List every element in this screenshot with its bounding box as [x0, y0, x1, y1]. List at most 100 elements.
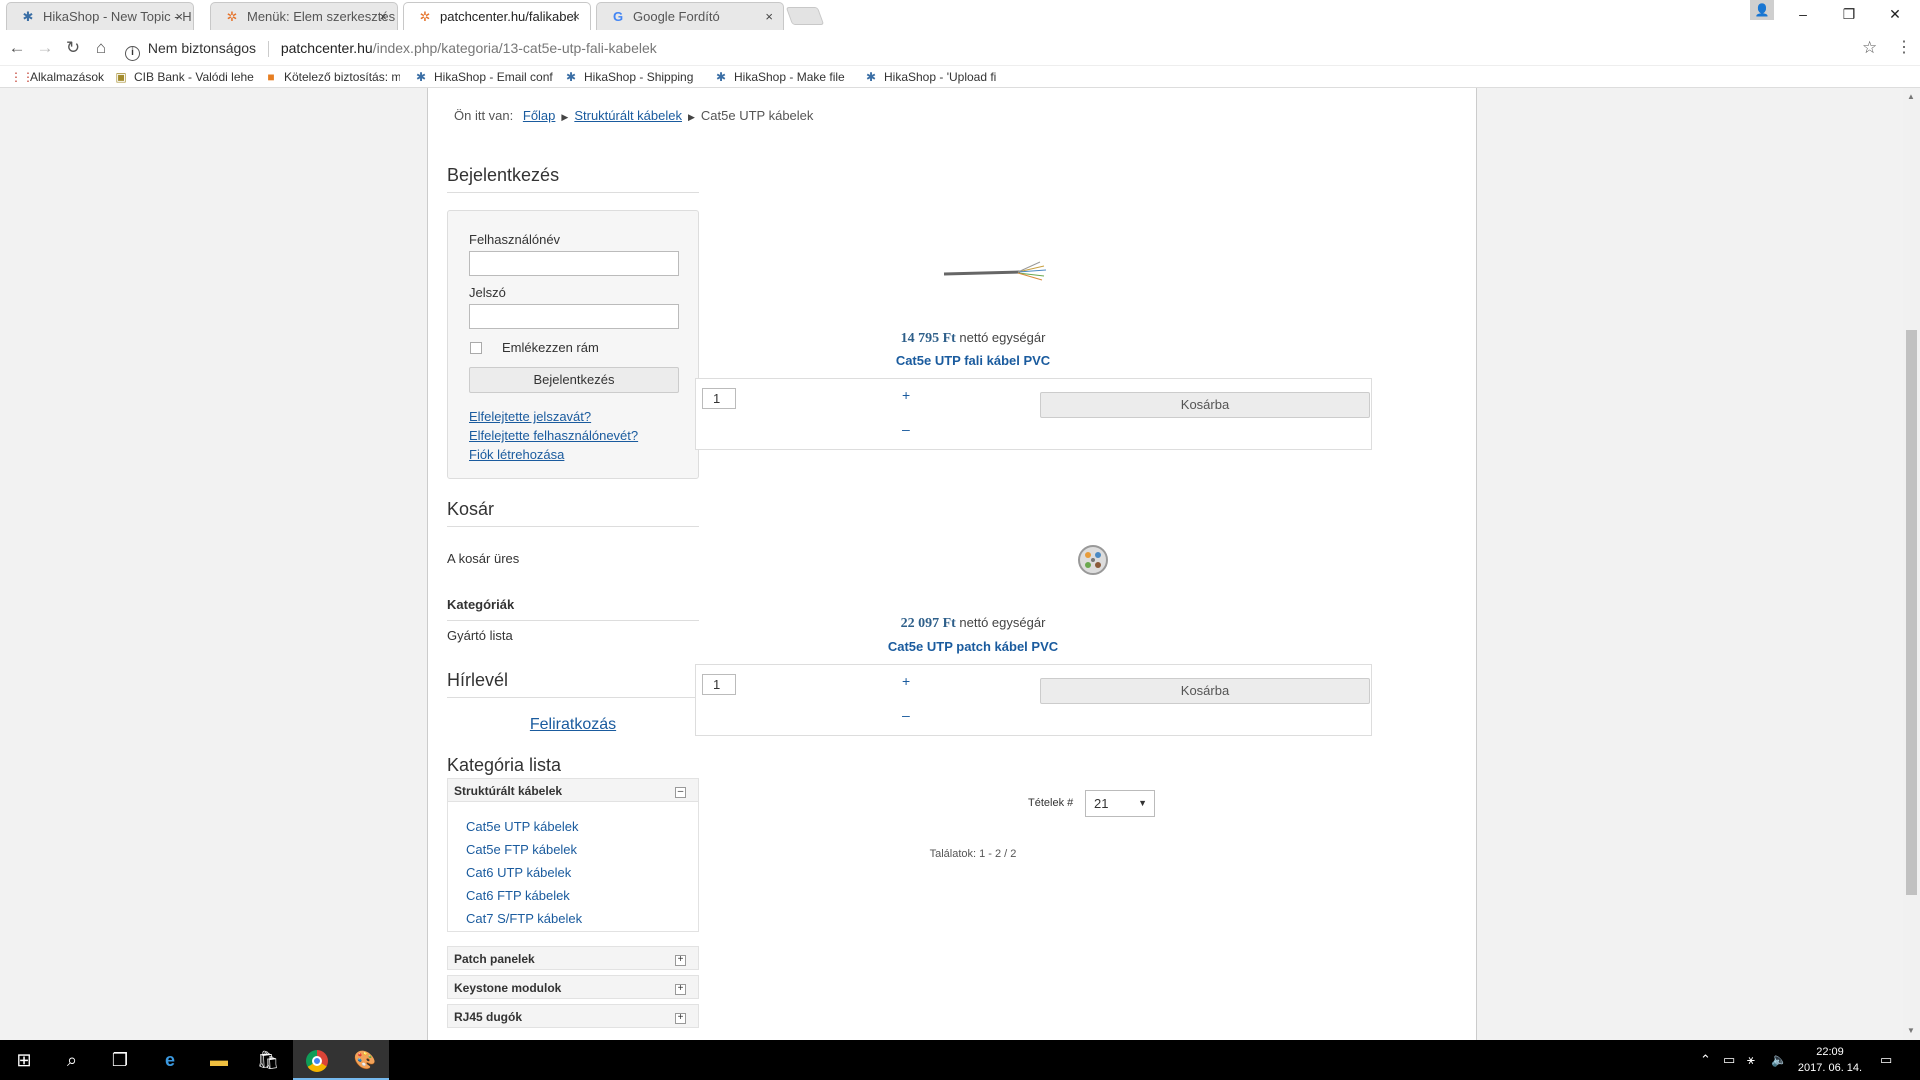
- expand-icon[interactable]: +: [675, 984, 686, 995]
- tab-title: patchcenter.hu/falikabel: [440, 9, 577, 24]
- category-item-cat6-utp[interactable]: Cat6 UTP kábelek: [466, 865, 571, 880]
- password-input[interactable]: [469, 304, 679, 329]
- tab-menuk-elem[interactable]: ✲ Menük: Elem szerkesztés ×: [210, 2, 398, 30]
- restore-button[interactable]: ❐: [1826, 0, 1872, 30]
- hikashop-icon: ✱: [565, 70, 577, 84]
- page-scrollbar[interactable]: ▲ ▼: [1903, 88, 1920, 1040]
- bookmark-apps[interactable]: ⋮⋮Alkalmazások: [10, 68, 110, 86]
- add-to-cart-button[interactable]: Kosárba: [1040, 678, 1370, 704]
- edge-icon[interactable]: e: [146, 1040, 194, 1080]
- new-tab-button[interactable]: [785, 7, 825, 25]
- forgot-password-link[interactable]: Elfelejtette jelszavát?: [469, 409, 591, 424]
- increase-quantity-button[interactable]: +: [902, 673, 910, 689]
- paint-icon[interactable]: 🎨: [341, 1040, 389, 1080]
- close-icon[interactable]: ×: [765, 3, 773, 30]
- category-item-cat5e-ftp[interactable]: Cat5e FTP kábelek: [466, 842, 577, 857]
- bookmark-hikashop-makefile[interactable]: ✱ HikaShop - Make file: [714, 68, 854, 86]
- close-icon[interactable]: ×: [572, 3, 580, 30]
- category-group-structured[interactable]: Struktúrált kábelek –: [447, 778, 699, 802]
- login-form: Felhasználónév Jelszó Emlékezzen rám Bej…: [447, 210, 699, 479]
- hikashop-icon: ✱: [865, 70, 877, 84]
- subscribe-link[interactable]: Feliratkozás: [447, 716, 699, 734]
- login-heading: Bejelentkezés: [447, 165, 699, 193]
- start-icon[interactable]: ⊞: [0, 1040, 48, 1080]
- chrome-menu-icon[interactable]: ⋮: [1896, 36, 1912, 60]
- page-content: Ön itt van: Főlap ▶ Struktúrált kábelek ▶ Ca…: [427, 88, 1477, 1040]
- items-per-page-select[interactable]: 21 ▼: [1085, 790, 1155, 817]
- user-profile-icon[interactable]: 👤: [1750, 0, 1774, 20]
- chrome-icon[interactable]: [293, 1040, 341, 1080]
- category-sublist: Cat5e UTP kábelek Cat5e FTP kábelek Cat6…: [447, 802, 699, 932]
- login-button[interactable]: Bejelentkezés: [469, 367, 679, 393]
- notification-icon[interactable]: ▭: [1880, 1052, 1892, 1068]
- file-explorer-icon[interactable]: ▬: [195, 1040, 243, 1080]
- info-icon[interactable]: i: [125, 46, 140, 61]
- cart-heading: Kosár: [447, 499, 699, 527]
- window-close-button[interactable]: ✕: [1872, 0, 1918, 30]
- url-path: /index.php/kategoria/13-cat5e-utp-fali-k…: [372, 40, 657, 56]
- address-bar[interactable]: i Nem biztonságos patchcenter.hu/index.p…: [119, 34, 1784, 62]
- browser-tab-strip: ✱ HikaShop - New Topic - H × ✲ Menük: El…: [0, 0, 1920, 30]
- reload-icon[interactable]: ↻: [60, 36, 86, 60]
- windows-taskbar: ⊞ ⌕ ❐ e ▬ 🛍 🎨 ⌃ ▭ ⚹ 🔈 22:09 2017. 06. 14…: [0, 1040, 1920, 1080]
- decrease-quantity-button[interactable]: –: [902, 421, 910, 437]
- add-to-cart-button[interactable]: Kosárba: [1040, 392, 1370, 418]
- tab-hikashop-new-topic[interactable]: ✱ HikaShop - New Topic - H ×: [6, 2, 194, 30]
- tab-patchcenter[interactable]: ✲ patchcenter.hu/falikabel ×: [403, 2, 591, 30]
- utp-cable-image[interactable]: [940, 258, 1050, 288]
- add-to-cart-box: 1 + – Kosárba: [695, 664, 1372, 736]
- tray-chevron-up-icon[interactable]: ⌃: [1700, 1052, 1711, 1068]
- bookmark-hikashop-email[interactable]: ✱ HikaShop - Email conf: [414, 68, 556, 86]
- scroll-up-icon[interactable]: ▲: [1907, 92, 1915, 101]
- breadcrumb-structured-link[interactable]: Struktúrált kábelek: [574, 108, 682, 123]
- scrollbar-thumb[interactable]: [1906, 330, 1917, 895]
- expand-icon[interactable]: +: [675, 1013, 686, 1024]
- back-arrow-icon[interactable]: ←: [4, 36, 30, 60]
- battery-icon[interactable]: ▭: [1723, 1052, 1735, 1068]
- close-icon[interactable]: ×: [175, 3, 183, 30]
- category-item-cat6-ftp[interactable]: Cat6 FTP kábelek: [466, 888, 570, 903]
- bookmark-hikashop-shipping[interactable]: ✱ HikaShop - Shipping: [564, 68, 704, 86]
- expand-icon[interactable]: +: [675, 955, 686, 966]
- bookmark-cib[interactable]: ▣ CIB Bank - Valódi lehe: [114, 68, 254, 86]
- create-account-link[interactable]: Fiók létrehozása: [469, 447, 564, 462]
- home-icon[interactable]: ⌂: [88, 36, 114, 60]
- increase-quantity-button[interactable]: +: [902, 387, 910, 403]
- close-icon[interactable]: ×: [379, 3, 387, 30]
- minimize-button[interactable]: –: [1780, 0, 1826, 30]
- category-group-keystone[interactable]: Keystone modulok +: [447, 975, 699, 999]
- store-icon[interactable]: 🛍: [244, 1040, 292, 1080]
- category-group-rj45[interactable]: RJ45 dugók +: [447, 1004, 699, 1028]
- breadcrumb-current: Cat5e UTP kábelek: [700, 108, 814, 123]
- network-icon[interactable]: ⚹: [1747, 1052, 1755, 1068]
- category-item-cat5e-utp[interactable]: Cat5e UTP kábelek: [466, 819, 579, 834]
- taskbar-clock[interactable]: 22:09 2017. 06. 14.: [1780, 1044, 1880, 1076]
- search-icon[interactable]: ⌕: [48, 1040, 96, 1080]
- decrease-quantity-button[interactable]: –: [902, 707, 910, 723]
- quantity-input[interactable]: 1: [702, 388, 736, 409]
- task-view-icon[interactable]: ❐: [96, 1040, 144, 1080]
- quantity-input[interactable]: 1: [702, 674, 736, 695]
- bookmarks-bar: ⋮⋮Alkalmazások ▣ CIB Bank - Valódi lehe ■…: [0, 66, 1920, 88]
- username-input[interactable]: [469, 251, 679, 276]
- chevron-down-icon: ▼: [1138, 798, 1147, 808]
- remember-me-checkbox[interactable]: [470, 342, 482, 354]
- tab-google-translate[interactable]: G Google Fordító ×: [596, 2, 784, 30]
- collapse-icon[interactable]: –: [675, 787, 686, 798]
- manufacturers-link[interactable]: Gyártó lista: [447, 628, 513, 643]
- bookmark-insurance[interactable]: ■ Kötelező biztosítás: m: [264, 68, 400, 86]
- bookmark-hikashop-upload[interactable]: ✱ HikaShop - 'Upload fi: [864, 68, 1004, 86]
- bookmark-star-icon[interactable]: ☆: [1862, 36, 1877, 60]
- forgot-username-link[interactable]: Elfelejtette felhasználónevét?: [469, 428, 638, 443]
- category-group-patch-panels[interactable]: Patch panelek +: [447, 946, 699, 970]
- forward-arrow-icon[interactable]: →: [32, 36, 58, 60]
- product-name-link[interactable]: Cat5e UTP patch kábel PVC: [698, 639, 1248, 654]
- product-name-link[interactable]: Cat5e UTP fali kábel PVC: [698, 353, 1248, 368]
- hikashop-icon: ✱: [415, 70, 427, 84]
- categories-heading: Kategóriák: [447, 597, 699, 621]
- cable-cross-section-image[interactable]: [1077, 544, 1109, 576]
- scroll-down-icon[interactable]: ▼: [1907, 1026, 1915, 1035]
- breadcrumb-home-link[interactable]: Főlap: [523, 108, 556, 123]
- google-translate-icon: G: [612, 9, 624, 24]
- category-item-cat7-sftp[interactable]: Cat7 S/FTP kábelek: [466, 911, 582, 926]
